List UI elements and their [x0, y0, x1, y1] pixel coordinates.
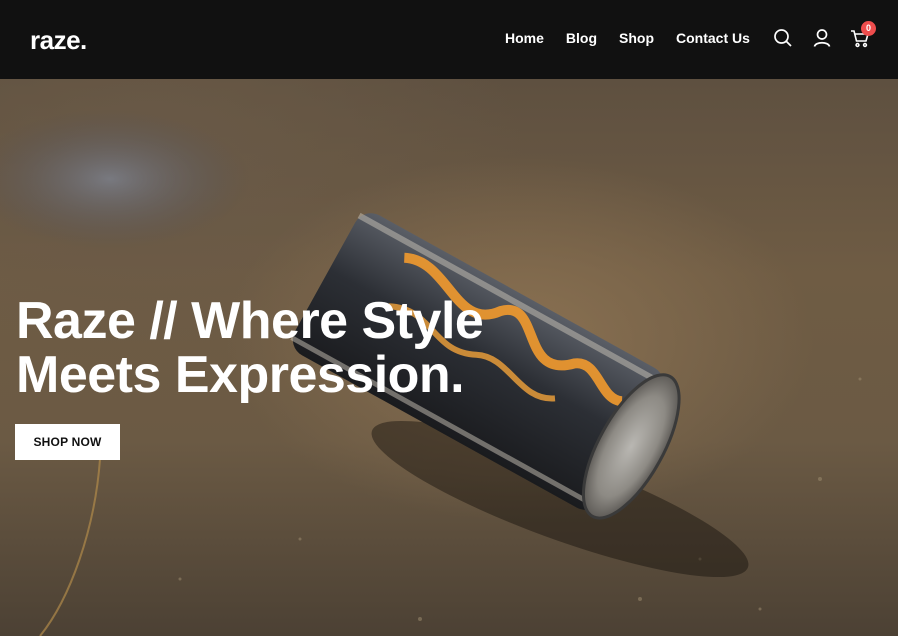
hero-title-line-1: Raze // Where Style — [16, 292, 484, 350]
search-icon[interactable] — [772, 27, 794, 49]
nav-home[interactable]: Home — [505, 29, 544, 47]
nav-shop[interactable]: Shop — [619, 29, 654, 47]
shop-now-button[interactable]: SHOP NOW — [15, 424, 120, 460]
hero-section: Raze // Where Style Meets Expression. SH… — [0, 79, 898, 636]
logo[interactable]: raze. — [30, 25, 87, 56]
nav-contact[interactable]: Contact Us — [676, 29, 750, 47]
nav-blog[interactable]: Blog — [566, 29, 597, 47]
site-header: raze. Home Blog Shop Contact Us 0 — [0, 0, 898, 79]
main-nav: Home Blog Shop Contact Us — [505, 29, 772, 47]
hero-title: Raze // Where Style Meets Expression. — [16, 294, 576, 402]
hero-title-line-2: Meets Expression. — [16, 346, 465, 404]
user-icon[interactable] — [811, 27, 833, 49]
cart-count-badge: 0 — [861, 21, 876, 36]
